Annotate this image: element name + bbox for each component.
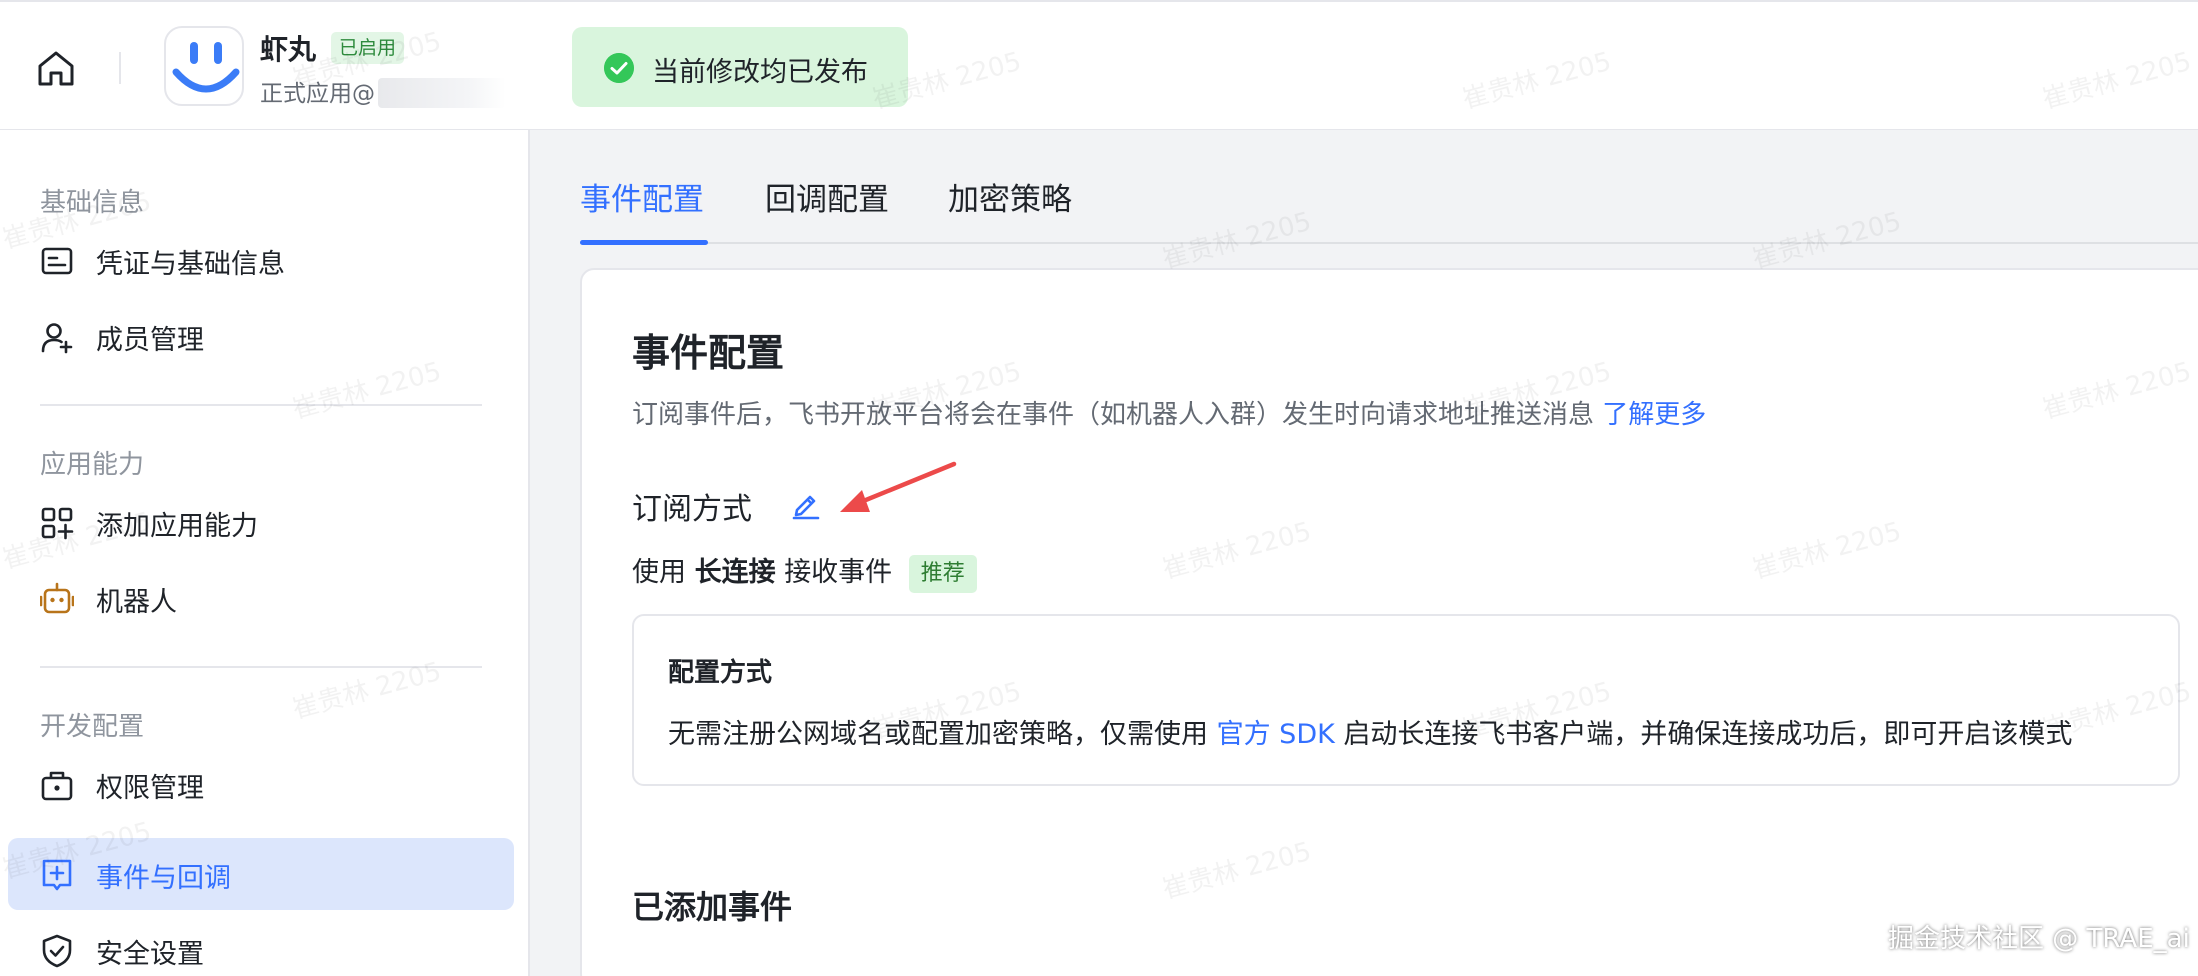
app-subtitle: 正式应用@ bbox=[260, 81, 375, 107]
sidebar-item-label: 权限管理 bbox=[96, 773, 204, 804]
smiley-logo-icon bbox=[172, 42, 240, 93]
check-circle-icon bbox=[604, 53, 634, 83]
page-description: 订阅事件后，飞书开放平台将会在事件（如机器人入群）发生时向请求地址推送消息 了解… bbox=[632, 394, 1706, 431]
sidebar-item-label: 添加应用能力 bbox=[96, 511, 258, 542]
event-config-card: 事件配置 订阅事件后，飞书开放平台将会在事件（如机器人入群）发生时向请求地址推送… bbox=[580, 268, 2198, 976]
app-avatar bbox=[164, 26, 244, 106]
tab-label: 回调配置 bbox=[765, 182, 889, 218]
sidebar-item-label: 安全设置 bbox=[96, 939, 204, 970]
credential-icon bbox=[41, 247, 73, 275]
config-method-box: 配置方式 无需注册公网域名或配置加密策略，仅需使用 官方 SDK 启动长连接飞书… bbox=[632, 614, 2180, 786]
subscribe-method-line: 使用 长连接 接收事件 推荐 bbox=[632, 550, 977, 593]
learn-more-link[interactable]: 了解更多 bbox=[1602, 400, 1706, 430]
shield-icon bbox=[42, 934, 72, 968]
group-label-capabilities: 应用能力 bbox=[40, 450, 145, 480]
sidebar-item-permissions[interactable]: 权限管理 bbox=[8, 748, 514, 820]
sidebar-divider bbox=[40, 666, 482, 668]
annotation-arrow-icon bbox=[840, 461, 957, 512]
tab-active-indicator bbox=[580, 240, 708, 245]
header-divider bbox=[119, 52, 121, 84]
page-title: 事件配置 bbox=[632, 331, 785, 375]
add-member-icon bbox=[41, 323, 73, 354]
subscribe-method-title: 订阅方式 bbox=[632, 492, 752, 527]
tab-label: 事件配置 bbox=[580, 182, 704, 218]
config-text-before: 无需注册公网域名或配置加密策略，仅需使用 bbox=[668, 719, 1208, 750]
config-method-title: 配置方式 bbox=[668, 658, 773, 688]
sidebar-item-label: 凭证与基础信息 bbox=[96, 249, 285, 280]
subscribe-suffix: 接收事件 bbox=[784, 557, 893, 588]
sidebar-item-add-capability[interactable]: 添加应用能力 bbox=[8, 486, 514, 558]
sidebar-item-label: 机器人 bbox=[96, 587, 177, 618]
app-grid-icon bbox=[41, 507, 74, 540]
subscribe-method-value: 长连接 bbox=[694, 557, 776, 588]
recommend-tag: 推荐 bbox=[908, 554, 977, 593]
toast-text: 当前修改均已发布 bbox=[652, 57, 868, 88]
robot-icon bbox=[40, 582, 74, 614]
sidebar: 基础信息 凭证与基础信息 成员管理 应用能力 添加应用能力 机器人 开发配置 权… bbox=[0, 130, 530, 976]
edit-icon[interactable] bbox=[790, 488, 822, 520]
group-label-basic: 基础信息 bbox=[40, 188, 145, 218]
group-label-dev: 开发配置 bbox=[40, 712, 145, 742]
sidebar-item-events[interactable]: 事件与回调 bbox=[8, 838, 514, 910]
permission-icon bbox=[41, 771, 73, 801]
publish-toast: 当前修改均已发布 bbox=[572, 27, 908, 107]
app-name: 虾丸 bbox=[260, 33, 317, 66]
sidebar-item-label: 事件与回调 bbox=[96, 863, 231, 894]
sidebar-item-security[interactable]: 安全设置 bbox=[8, 914, 514, 976]
added-events-title: 已添加事件 bbox=[632, 888, 793, 926]
tab-encryption[interactable]: 加密策略 bbox=[948, 174, 1072, 219]
subscribe-prefix: 使用 bbox=[632, 557, 686, 588]
sidebar-item-robot[interactable]: 机器人 bbox=[8, 562, 514, 634]
app-header: 虾丸 已启用 正式应用@ 当前修改均已发布 bbox=[0, 0, 2198, 130]
config-text-after: 启动长连接飞书客户端，并确保连接成功后，即可开启该模式 bbox=[1343, 719, 2073, 750]
sidebar-item-credentials[interactable]: 凭证与基础信息 bbox=[8, 224, 514, 296]
sidebar-item-label: 成员管理 bbox=[96, 325, 204, 356]
sidebar-divider bbox=[40, 404, 482, 406]
description-text: 订阅事件后，飞书开放平台将会在事件（如机器人入群）发生时向请求地址推送消息 bbox=[632, 400, 1595, 430]
sidebar-item-members[interactable]: 成员管理 bbox=[8, 300, 514, 372]
redacted-mask bbox=[378, 78, 506, 108]
official-sdk-link[interactable]: 官方 SDK bbox=[1217, 719, 1335, 750]
source-watermark: 掘金技术社区 @ TRAE_ai bbox=[1888, 924, 2190, 954]
event-icon bbox=[42, 859, 72, 891]
tab-callback-config[interactable]: 回调配置 bbox=[765, 174, 889, 219]
status-badge: 已启用 bbox=[331, 32, 405, 64]
tab-bar: 事件配置 回调配置 加密策略 bbox=[580, 168, 2198, 245]
home-icon[interactable] bbox=[34, 46, 78, 90]
config-method-text: 无需注册公网域名或配置加密策略，仅需使用 官方 SDK 启动长连接飞书客户端，并… bbox=[668, 712, 2072, 751]
tab-label: 加密策略 bbox=[948, 182, 1072, 218]
tab-event-config[interactable]: 事件配置 bbox=[580, 174, 708, 245]
